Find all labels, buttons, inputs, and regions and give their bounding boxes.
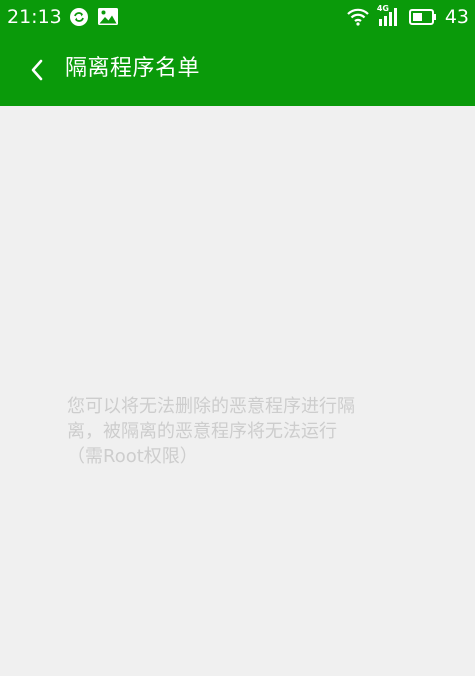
sync-icon xyxy=(69,7,89,27)
empty-state-line: 离，被隔离的恶意程序将无法运行 xyxy=(67,421,337,442)
wifi-icon xyxy=(347,8,369,26)
chevron-left-icon xyxy=(30,59,44,81)
status-left-icons xyxy=(69,7,119,27)
content-area: 您可以将无法删除的恶意程序进行隔 离，被隔离的恶意程序将无法运行 （需Root权… xyxy=(0,106,475,676)
status-right: 4G 43 xyxy=(347,4,469,28)
battery-percent: 43 xyxy=(444,6,469,28)
screen: 21:13 4G 43 隔离程序名单 您可以将无法删除的恶意程序进行隔 离，被隔… xyxy=(0,0,475,676)
app-bar: 隔离程序名单 xyxy=(0,34,475,106)
battery-icon xyxy=(408,9,437,25)
empty-state-line: 您可以将无法删除的恶意程序进行隔 xyxy=(67,396,355,417)
page-title: 隔离程序名单 xyxy=(65,56,201,81)
empty-state-line: （需Root权限） xyxy=(67,446,198,467)
image-icon xyxy=(97,7,119,27)
status-bar: 21:13 4G 43 xyxy=(0,0,475,34)
empty-state-message: 您可以将无法删除的恶意程序进行隔 离，被隔离的恶意程序将无法运行 （需Root权… xyxy=(67,394,412,469)
back-button[interactable] xyxy=(19,52,55,88)
signal-icon: 4G xyxy=(377,4,401,27)
status-time: 21:13 xyxy=(7,6,62,28)
